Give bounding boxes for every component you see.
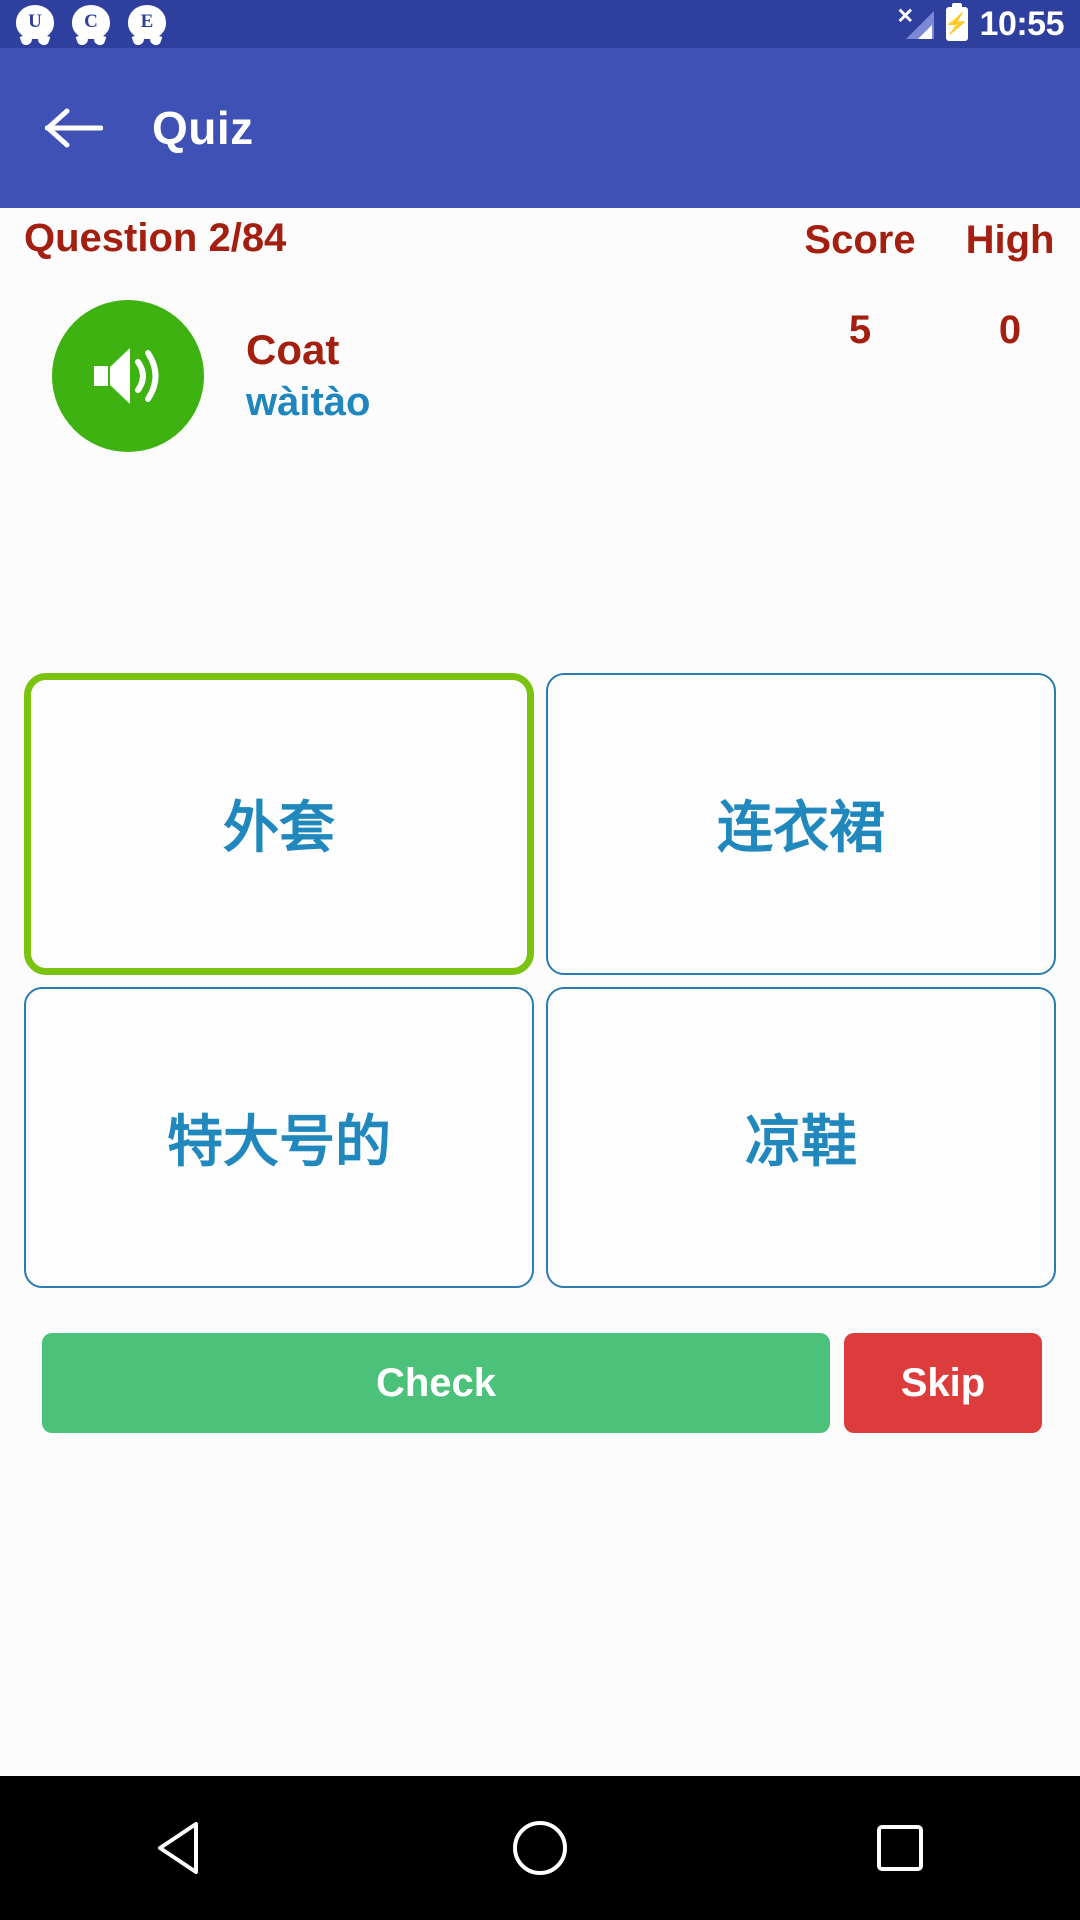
answer-option-2[interactable]: 连衣裙: [546, 673, 1056, 975]
answer-option-label: 连衣裙: [717, 796, 885, 862]
score-label: Score: [804, 218, 916, 262]
prompt-word-block: Coat wàitào: [246, 324, 370, 429]
answer-option-4[interactable]: 凉鞋: [546, 986, 1056, 1288]
status-bar-indicators: ✕ ⚡ 10:55: [897, 4, 1065, 44]
quiz-content: Question 2/84 Score High 5 0 Coat wàitào: [0, 208, 1080, 1776]
high-value: 0: [998, 308, 1022, 352]
nav-back-triangle-icon[interactable]: [120, 1788, 240, 1908]
battery-charging-icon: ⚡: [944, 7, 969, 41]
status-bar: U C E ✕ ⚡ 10:55: [0, 0, 1080, 48]
page-title: Quiz: [152, 102, 254, 154]
android-navigation-bar: [0, 1776, 1080, 1920]
skip-button[interactable]: Skip: [844, 1333, 1042, 1433]
notification-letter: C: [84, 11, 98, 32]
notification-bubble-icon: U: [16, 5, 54, 47]
answer-option-label: 外套: [223, 796, 335, 862]
status-bar-notifications: U C E: [16, 5, 166, 47]
speaker-volume-icon[interactable]: [52, 300, 204, 452]
high-label: High: [965, 218, 1055, 262]
nav-home-circle-icon[interactable]: [480, 1788, 600, 1908]
action-buttons-row: Check Skip: [42, 1333, 1042, 1433]
status-bar-clock: 10:55: [979, 4, 1065, 43]
check-button[interactable]: Check: [42, 1333, 830, 1433]
notification-bubble-icon: E: [128, 5, 166, 47]
answer-option-label: 特大号的: [167, 1109, 391, 1175]
app-bar: Quiz: [0, 48, 1080, 208]
phone-screen: U C E ✕ ⚡ 10:55 Quiz Question 2/84 Score…: [0, 0, 1080, 1920]
prompt-row: Coat wàitào: [0, 286, 700, 466]
prompt-pinyin: wàitào: [246, 380, 371, 425]
answer-option-1[interactable]: 外套: [24, 673, 534, 975]
question-counter: Question 2/84: [24, 216, 287, 260]
nav-recents-square-icon[interactable]: [840, 1788, 960, 1908]
answer-option-3[interactable]: 特大号的: [24, 986, 534, 1288]
notification-bubble-icon: C: [72, 5, 110, 47]
back-arrow-icon[interactable]: [42, 96, 106, 160]
prompt-word: Coat: [246, 325, 340, 373]
score-value: 5: [848, 308, 872, 352]
answer-options-grid: 外套 连衣裙 特大号的 凉鞋: [24, 673, 1056, 1288]
answer-option-label: 凉鞋: [745, 1109, 857, 1175]
signal-no-service-icon: ✕: [897, 6, 934, 41]
notification-letter: U: [28, 11, 42, 32]
notification-letter: E: [140, 11, 154, 32]
